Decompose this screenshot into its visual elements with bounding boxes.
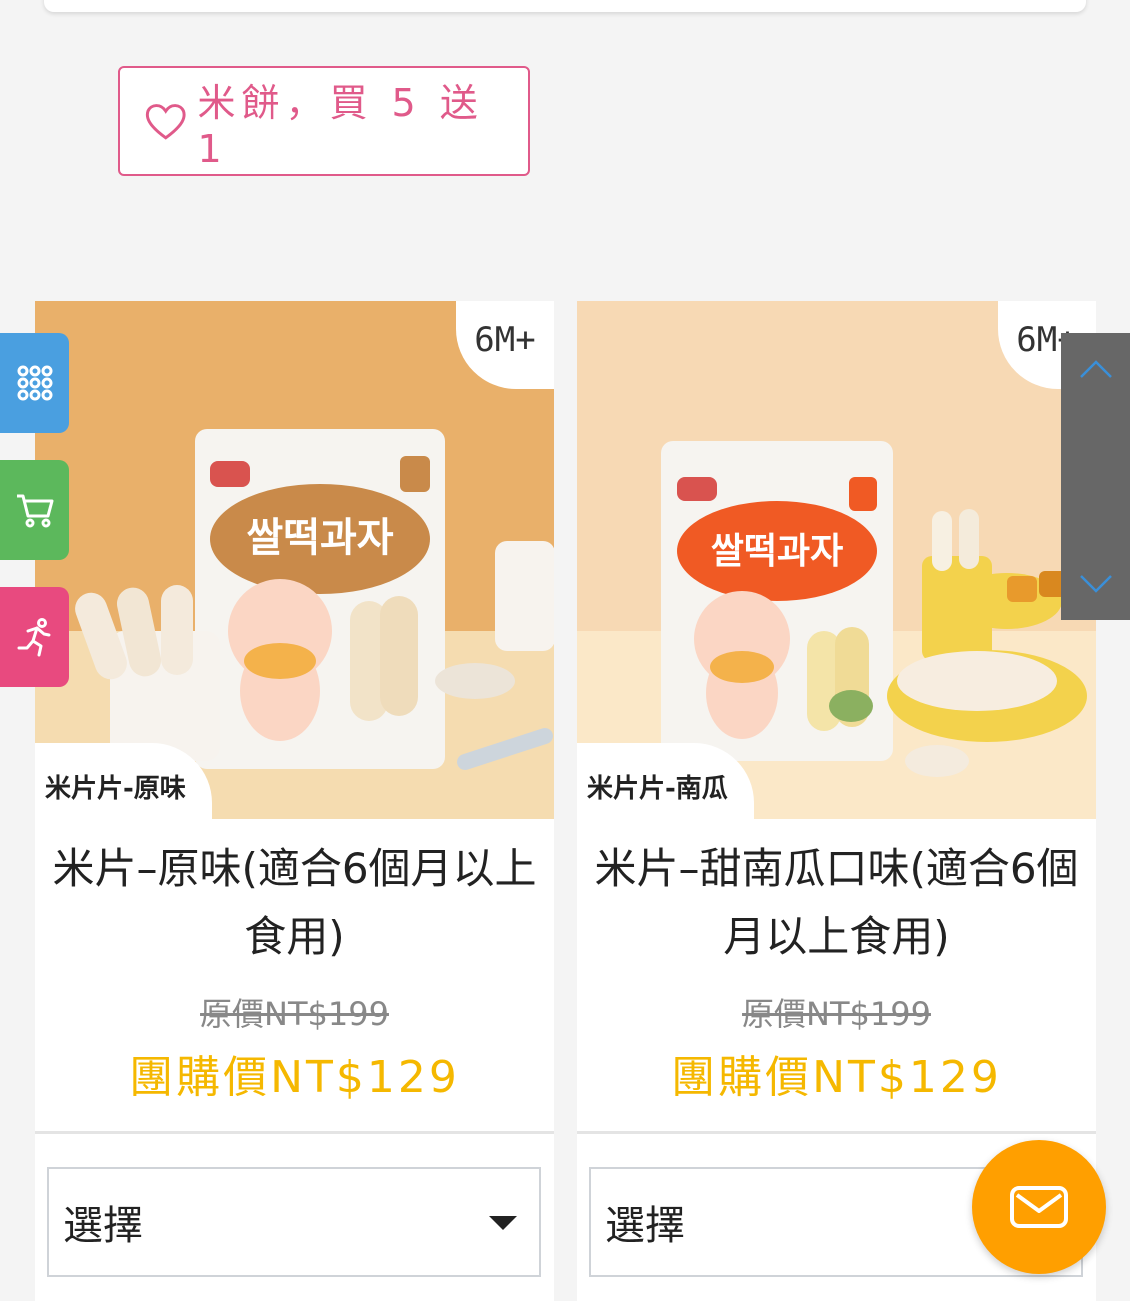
product-image[interactable]: 쌀떡과자 6M+ 米片片-南瓜: [577, 301, 1096, 819]
cart-icon: [16, 494, 53, 528]
divider: [35, 1131, 554, 1134]
top-card: [44, 0, 1086, 12]
menu-grid-button[interactable]: [0, 333, 69, 433]
product-photo: 쌀떡과자: [577, 301, 1096, 819]
running-person-icon: [17, 618, 50, 657]
original-price: 原價NT$199: [742, 995, 931, 1033]
scroll-control: [1061, 333, 1130, 620]
select-value: 選擇: [605, 1203, 685, 1249]
activity-button[interactable]: [0, 587, 69, 687]
variant-select[interactable]: 選擇: [47, 1167, 541, 1277]
chevron-up-icon[interactable]: [1079, 359, 1113, 379]
group-price: 團購價NT$129: [129, 1052, 460, 1103]
divider: [577, 1131, 1096, 1134]
product-photo: 쌀떡과자: [35, 301, 554, 819]
cart-button[interactable]: [0, 460, 69, 560]
grid-icon: [17, 365, 52, 401]
chevron-down-icon[interactable]: [1079, 574, 1113, 594]
image-label: 米片片-原味: [35, 743, 212, 819]
svg-text:쌀떡과자: 쌀떡과자: [246, 515, 393, 561]
image-label: 米片片-南瓜: [577, 743, 754, 819]
product-image[interactable]: 쌀떡과자 6M+ 米片片-原味: [35, 301, 554, 819]
original-price: 原價NT$199: [200, 995, 389, 1033]
product-title[interactable]: 米片–原味(適合6個月以上食用): [49, 835, 540, 971]
product-card[interactable]: 쌀떡과자 6M+ 米片片-原味 米片–原味(適合6個月以上食用) 原價NT$19…: [35, 301, 554, 1301]
product-title[interactable]: 米片–甜南瓜口味(適合6個月以上食用): [591, 835, 1082, 971]
promo-label: 米餅，買 5 送 1: [197, 80, 484, 171]
group-price: 團購價NT$129: [671, 1052, 1002, 1103]
promo-tag[interactable]: 米餅，買 5 送 1: [118, 66, 530, 176]
heart-icon: [145, 104, 186, 140]
select-value: 選擇: [63, 1203, 143, 1249]
caret-down-icon: [489, 1216, 517, 1230]
svg-text:쌀떡과자: 쌀떡과자: [711, 531, 843, 572]
mail-icon: [1010, 1186, 1068, 1228]
contact-button[interactable]: [972, 1140, 1106, 1274]
